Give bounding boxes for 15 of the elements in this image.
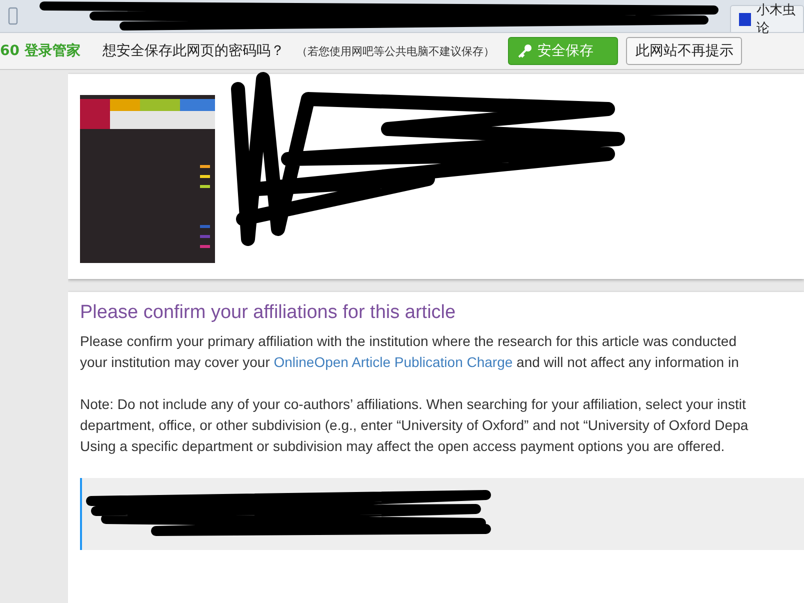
save-password-prompt: 想安全保存此网页的密码吗？ <box>102 42 284 60</box>
browser-tab[interactable]: 小木虫论 <box>730 5 804 32</box>
publication-charge-link[interactable]: OnlineOpen Article Publication Charge <box>274 354 513 370</box>
brand-label: 60 登录管家 <box>0 42 80 60</box>
body-text: your institution may cover your OnlineOpen Article Publication Charge and will not affect any information in <box>80 353 740 372</box>
institution-option[interactable] <box>80 478 804 550</box>
hint-text: （若您使用网吧等公共电脑不建议保存） <box>296 44 494 58</box>
body-text: department, office, or other subdivision (e.g., enter “University of Oxford” and not “University of Oxford Depa <box>80 416 750 435</box>
body-text: Note: Do not include any of your co-authors’ affiliations. When searching for your affiliation, select your instit <box>80 395 747 414</box>
body-text: Please confirm your primary affiliation with the institution where the research for this article was conducted <box>80 332 738 351</box>
never-button[interactable]: 此网站不再提示 <box>626 37 742 65</box>
page-icon <box>739 12 751 26</box>
body-text: Using a specific department or subdivision may affect the open access payment options you are offered. <box>80 437 726 456</box>
key-icon <box>517 43 534 59</box>
section-title: Please confirm your affiliations for this article <box>80 302 457 324</box>
